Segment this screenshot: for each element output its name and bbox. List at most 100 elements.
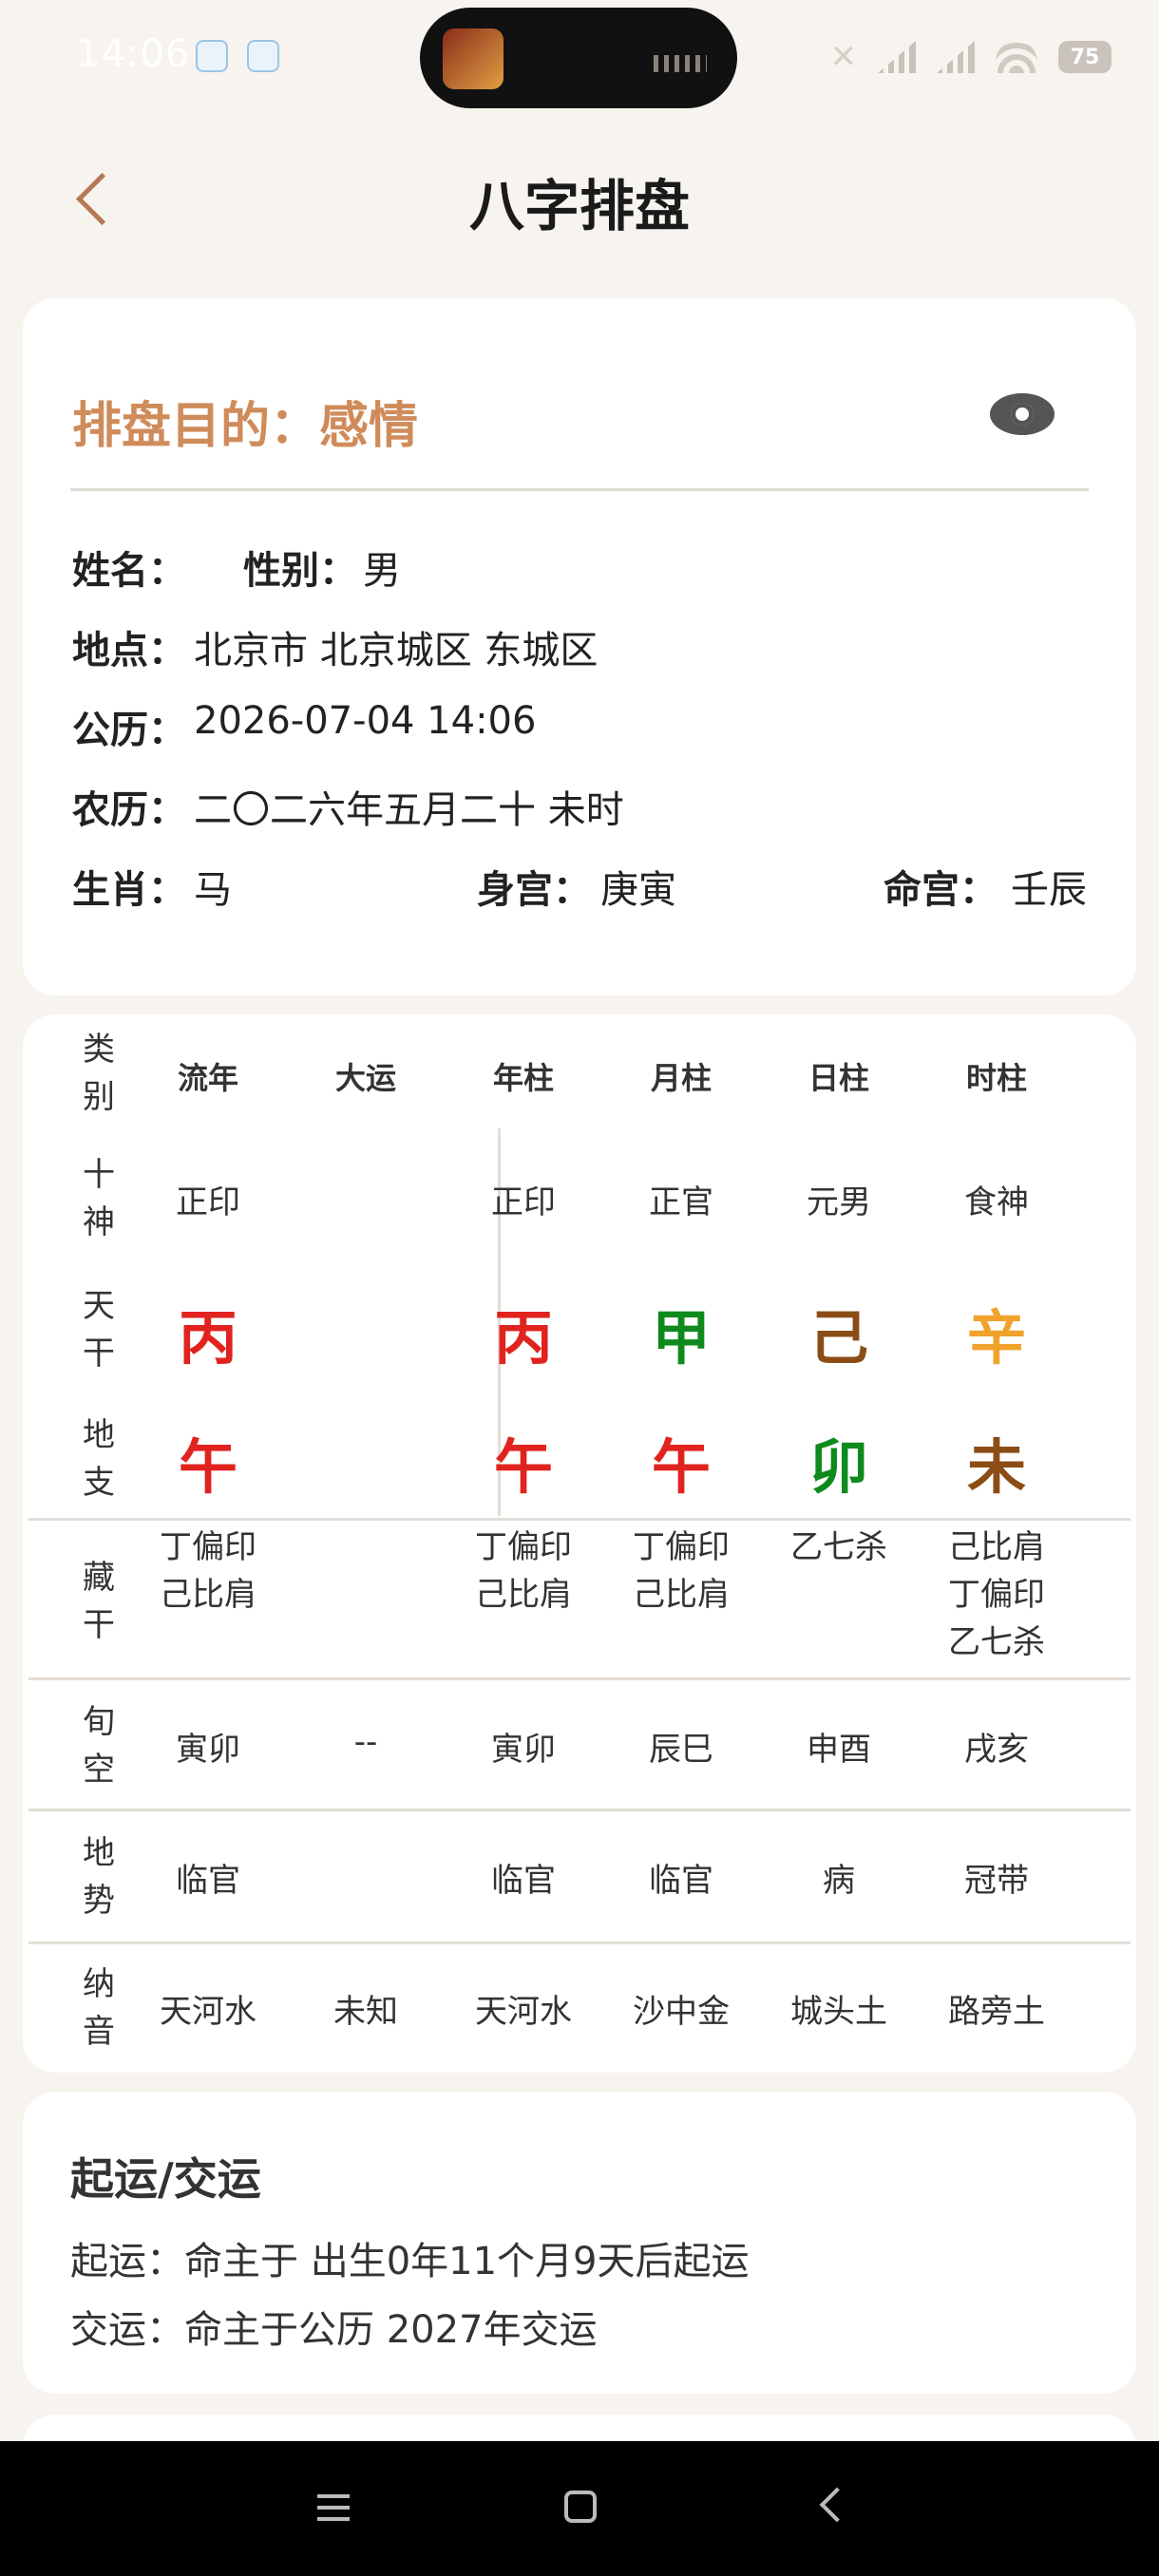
row-label-line: 十 xyxy=(83,1156,115,1194)
canggan-cell: 己比肩 丁偏印 乙七杀 xyxy=(918,1524,1075,1666)
cloud-icon xyxy=(196,40,228,72)
life-palace-label: 命宫： xyxy=(884,868,998,912)
shishen-cell: 正印 xyxy=(176,1184,240,1222)
row-divider xyxy=(28,1518,1130,1521)
solar-row: 公历： 2026-07-04 14:06 xyxy=(72,699,1087,756)
xunkong-cell: -- xyxy=(353,1723,378,1761)
page-title: 八字排盘 xyxy=(468,174,690,238)
canggan-line: 己比肩 xyxy=(160,1576,256,1614)
col-header: 年柱 xyxy=(492,1060,554,1096)
dizhi-cell: 卯 xyxy=(808,1432,868,1502)
solar-label: 公历： xyxy=(72,709,186,752)
name-label: 姓名： xyxy=(72,549,186,593)
row-label-dishi: 地 势 xyxy=(61,1829,137,1924)
dizhi-cell: 午 xyxy=(493,1432,553,1502)
dishi-cell: 临官 xyxy=(649,1862,713,1900)
canggan-line: 己比肩 xyxy=(633,1576,730,1614)
col-header: 大运 xyxy=(334,1060,396,1096)
canggan-line: 乙七杀 xyxy=(948,1623,1045,1661)
canggan-line: 己比肩 xyxy=(948,1528,1045,1566)
zodiac-row: 生肖： 马 身宫： 庚寅 命宫： 壬辰 xyxy=(72,859,1087,916)
purpose-title: 排盘目的：感情 xyxy=(72,398,419,455)
xunkong-cell: 辰巳 xyxy=(649,1731,713,1769)
category-label-line: 类 xyxy=(83,1031,115,1069)
col-header: 时柱 xyxy=(965,1060,1027,1096)
xunkong-cell: 寅卯 xyxy=(491,1731,556,1769)
back-icon[interactable] xyxy=(819,2487,855,2523)
gender-value: 男 xyxy=(363,549,401,593)
solar-value: 2026-07-04 14:06 xyxy=(194,699,537,743)
row-label-xunkong: 旬 空 xyxy=(61,1698,137,1793)
dishi-cell: 冠带 xyxy=(964,1862,1029,1900)
row-label-line: 旬 xyxy=(83,1703,115,1741)
canggan-cell: 丁偏印 己比肩 xyxy=(602,1524,760,1619)
nayin-cell: 未知 xyxy=(333,1993,398,2031)
tiangan-cell: 丙 xyxy=(493,1303,553,1373)
shishen-cell: 食神 xyxy=(964,1184,1029,1222)
luck-title: 起运/交运 xyxy=(70,2153,261,2205)
lunar-label: 农历： xyxy=(72,788,186,832)
xunkong-cell: 寅卯 xyxy=(176,1731,240,1769)
status-bar: 14:06 ✕ 75 xyxy=(0,0,1159,114)
tiangan-cell: 辛 xyxy=(966,1303,1026,1373)
nayin-cell: 城头土 xyxy=(790,1993,887,2031)
divider xyxy=(70,488,1089,491)
row-label-line: 音 xyxy=(83,2013,115,2051)
eye-icon[interactable] xyxy=(990,393,1054,435)
body-palace-label: 身宫： xyxy=(477,868,591,912)
row-label-line: 地 xyxy=(83,1834,115,1872)
row-label-line: 神 xyxy=(83,1203,115,1241)
nayin-cell: 路旁土 xyxy=(948,1993,1045,2031)
luck-card: 起运/交运 起运：命主于 出生0年11个月9天后起运 交运：命主于公历 2027… xyxy=(23,2092,1136,2394)
tiangan-cell: 丙 xyxy=(178,1303,238,1373)
lunar-row: 农历： 二〇二六年五月二十 未时 xyxy=(72,779,1087,836)
row-label-line: 天 xyxy=(83,1287,115,1325)
row-label-tiangan: 天 干 xyxy=(61,1282,137,1377)
app-thumbnail xyxy=(443,28,504,89)
nayin-cell: 沙中金 xyxy=(633,1993,730,2031)
row-label-line: 地 xyxy=(83,1416,115,1454)
row-divider xyxy=(28,1809,1130,1811)
row-divider xyxy=(28,1941,1130,1944)
row-label-shishen: 十 神 xyxy=(61,1151,137,1246)
home-icon[interactable] xyxy=(564,2491,597,2523)
life-palace-value: 壬辰 xyxy=(1011,868,1087,912)
dishi-cell: 临官 xyxy=(176,1862,240,1900)
dizhi-cell: 午 xyxy=(178,1432,238,1502)
canggan-cell: 丁偏印 己比肩 xyxy=(445,1524,602,1619)
canggan-line: 丁偏印 xyxy=(633,1528,730,1566)
menu-icon[interactable] xyxy=(317,2494,350,2521)
nayin-cell: 天河水 xyxy=(160,1993,256,2031)
nayin-cell: 天河水 xyxy=(475,1993,572,2031)
audio-bars-icon xyxy=(654,55,707,72)
shishen-cell: 正官 xyxy=(649,1184,713,1222)
row-label-line: 干 xyxy=(83,1335,115,1373)
status-time: 14:06 xyxy=(76,32,191,76)
col-header: 月柱 xyxy=(650,1060,712,1096)
dizhi-cell: 未 xyxy=(966,1432,1026,1502)
name-gender-row: 姓名： 性别： 男 xyxy=(72,540,1087,597)
canggan-cell: 丁偏印 己比肩 xyxy=(129,1524,287,1619)
wifi-icon xyxy=(996,41,1037,73)
cloud-icon xyxy=(247,40,279,72)
canggan-line: 乙七杀 xyxy=(790,1528,887,1566)
lunar-value: 二〇二六年五月二十 未时 xyxy=(194,788,624,832)
category-label: 类 别 xyxy=(61,1026,137,1121)
row-divider xyxy=(28,1677,1130,1680)
luck-transfer: 交运：命主于公历 2027年交运 xyxy=(70,2308,598,2352)
category-label-line: 别 xyxy=(83,1078,115,1116)
signal-icon xyxy=(937,41,975,73)
canggan-line: 己比肩 xyxy=(475,1576,572,1614)
place-row: 地点： 北京市 北京城区 东城区 xyxy=(72,619,1087,676)
dishi-cell: 病 xyxy=(823,1862,855,1900)
canggan-cell: 乙七杀 xyxy=(760,1524,918,1571)
xunkong-cell: 申酉 xyxy=(807,1731,871,1769)
body-palace-value: 庚寅 xyxy=(600,868,676,912)
tiangan-cell: 己 xyxy=(808,1303,868,1373)
place-value: 北京市 北京城区 东城区 xyxy=(194,629,598,672)
row-label-line: 空 xyxy=(83,1751,115,1789)
xunkong-cell: 戌亥 xyxy=(964,1731,1029,1769)
dynamic-island[interactable] xyxy=(420,8,737,108)
canggan-line: 丁偏印 xyxy=(948,1576,1045,1614)
col-header: 日柱 xyxy=(808,1060,869,1096)
